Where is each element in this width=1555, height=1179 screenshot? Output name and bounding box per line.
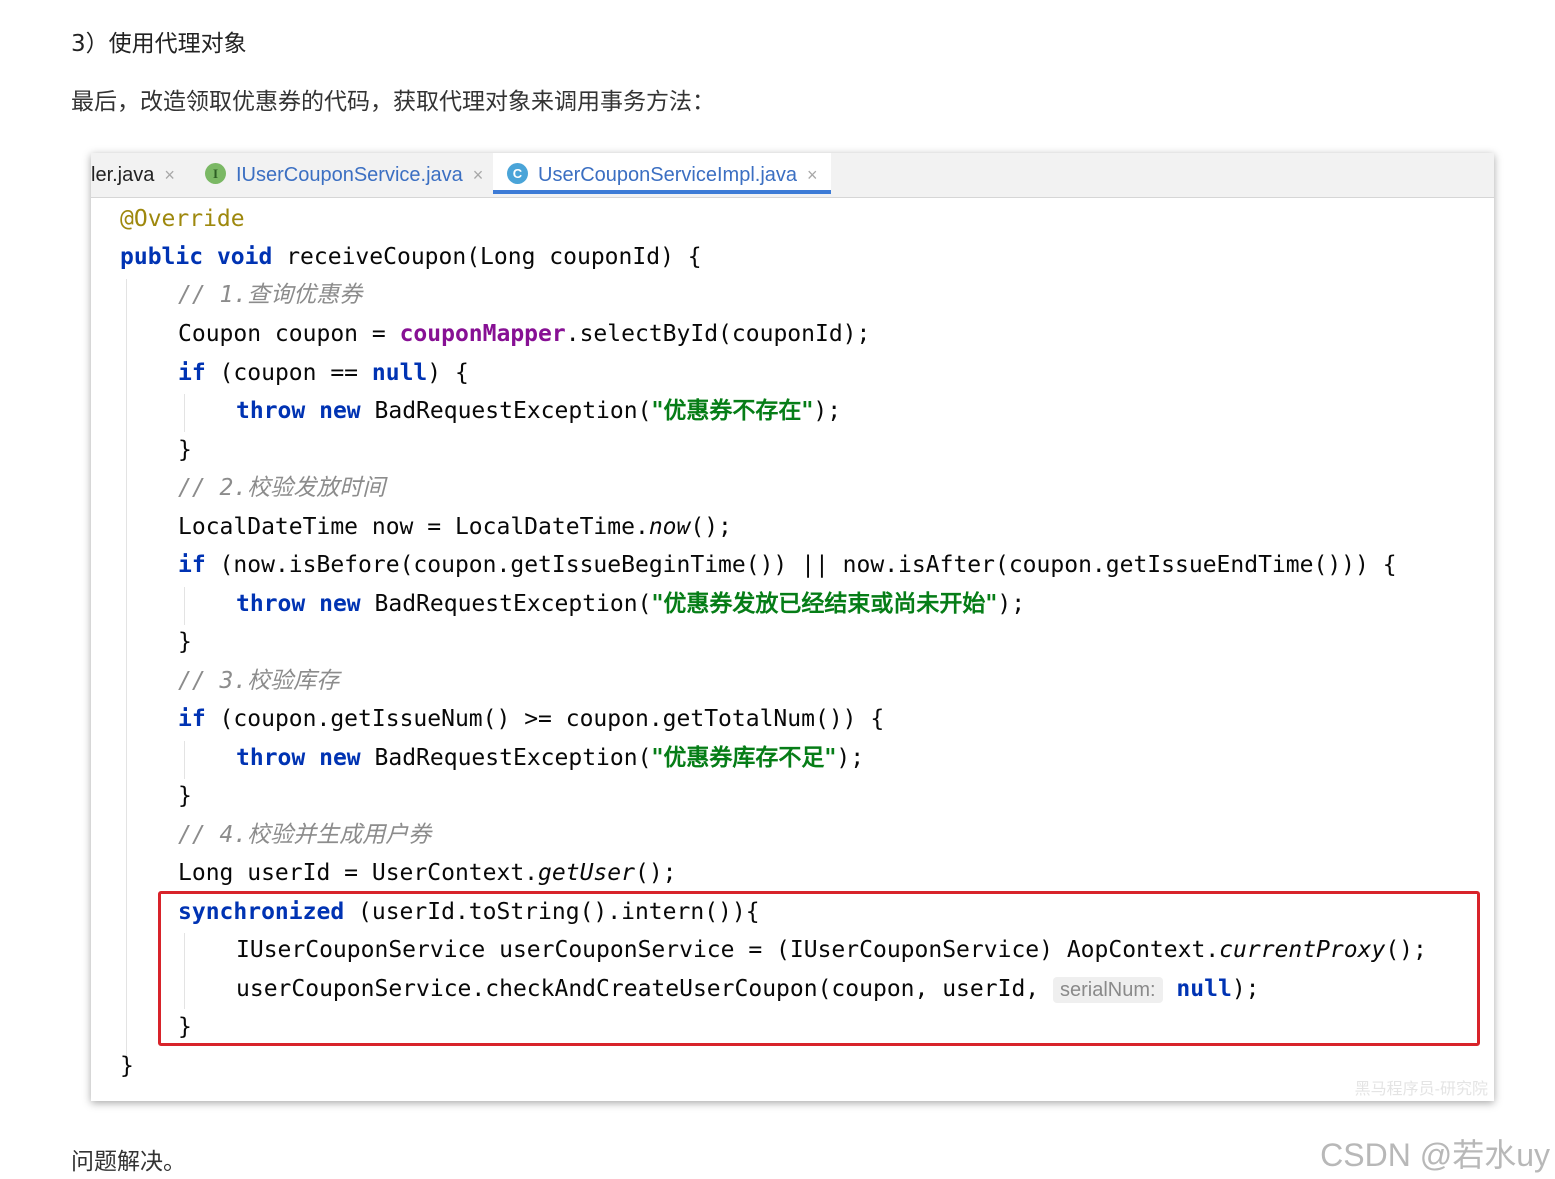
intro-paragraph: 最后，改造领取优惠券的代码，获取代理对象来调用事务方法： [71, 89, 715, 115]
code-line: @Override [120, 206, 245, 232]
tab-label: UserCouponServiceImpl.java [538, 164, 798, 186]
code-comment: // 4.校验并生成用户券 [178, 822, 432, 848]
code-line: } [178, 783, 192, 809]
code-line: if (now.isBefore(coupon.getIssueBeginTim… [178, 552, 1397, 578]
tab-usercouponserviceimpl[interactable]: C UserCouponServiceImpl.java × [493, 153, 831, 194]
code-line: Long userId = UserContext.getUser(); [178, 860, 677, 886]
code-line: LocalDateTime now = LocalDateTime.now(); [178, 514, 732, 540]
code-comment: // 3.校验库存 [178, 668, 340, 694]
tab-controller-java[interactable]: ler.java × [91, 153, 201, 197]
code-line: if (coupon == null) { [178, 360, 469, 386]
tab-label: IUserCouponService.java [236, 164, 463, 186]
code-line: } [178, 437, 192, 463]
close-icon[interactable]: × [473, 165, 484, 185]
code-line: public void receiveCoupon(Long couponId)… [120, 244, 702, 270]
indent-guide [184, 394, 185, 432]
interface-icon: I [205, 163, 226, 185]
class-icon: C [507, 163, 528, 185]
code-line: } [120, 1053, 134, 1079]
editor-tab-bar: ler.java × I IUserCouponService.java × C Use… [91, 153, 1494, 198]
close-icon[interactable]: × [164, 165, 175, 185]
code-comment: // 1.查询优惠券 [178, 282, 363, 308]
code-screenshot-figure: ler.java × I IUserCouponService.java × C Use… [91, 153, 1494, 1101]
indent-guide [126, 279, 127, 1057]
code-line: if (coupon.getIssueNum() >= coupon.getTo… [178, 706, 885, 732]
code-line: throw new BadRequestException("优惠券不存在"); [236, 397, 842, 424]
close-icon[interactable]: × [807, 165, 818, 185]
indent-guide [184, 587, 185, 625]
image-watermark: 黑马程序员-研究院 [1354, 1081, 1488, 1098]
code-comment: // 2.校验发放时间 [178, 475, 386, 501]
conclusion-paragraph: 问题解决。 [71, 1149, 186, 1175]
code-line: } [178, 629, 192, 655]
csdn-watermark: CSDN @若水uy [1320, 1137, 1550, 1173]
code-line: throw new BadRequestException("优惠券发放已经结束… [236, 590, 1026, 617]
tab-iusercouponservice[interactable]: I IUserCouponService.java × [205, 153, 495, 197]
tab-label: ler.java [91, 164, 155, 186]
code-line: Coupon coupon = couponMapper.selectById(… [178, 321, 871, 347]
code-line: throw new BadRequestException("优惠券库存不足")… [236, 744, 865, 771]
section-heading: 3）使用代理对象 [71, 31, 247, 57]
indent-guide [184, 741, 185, 779]
code-editor: @Override public void receiveCoupon(Long… [91, 197, 1494, 1101]
highlight-box [158, 891, 1480, 1046]
